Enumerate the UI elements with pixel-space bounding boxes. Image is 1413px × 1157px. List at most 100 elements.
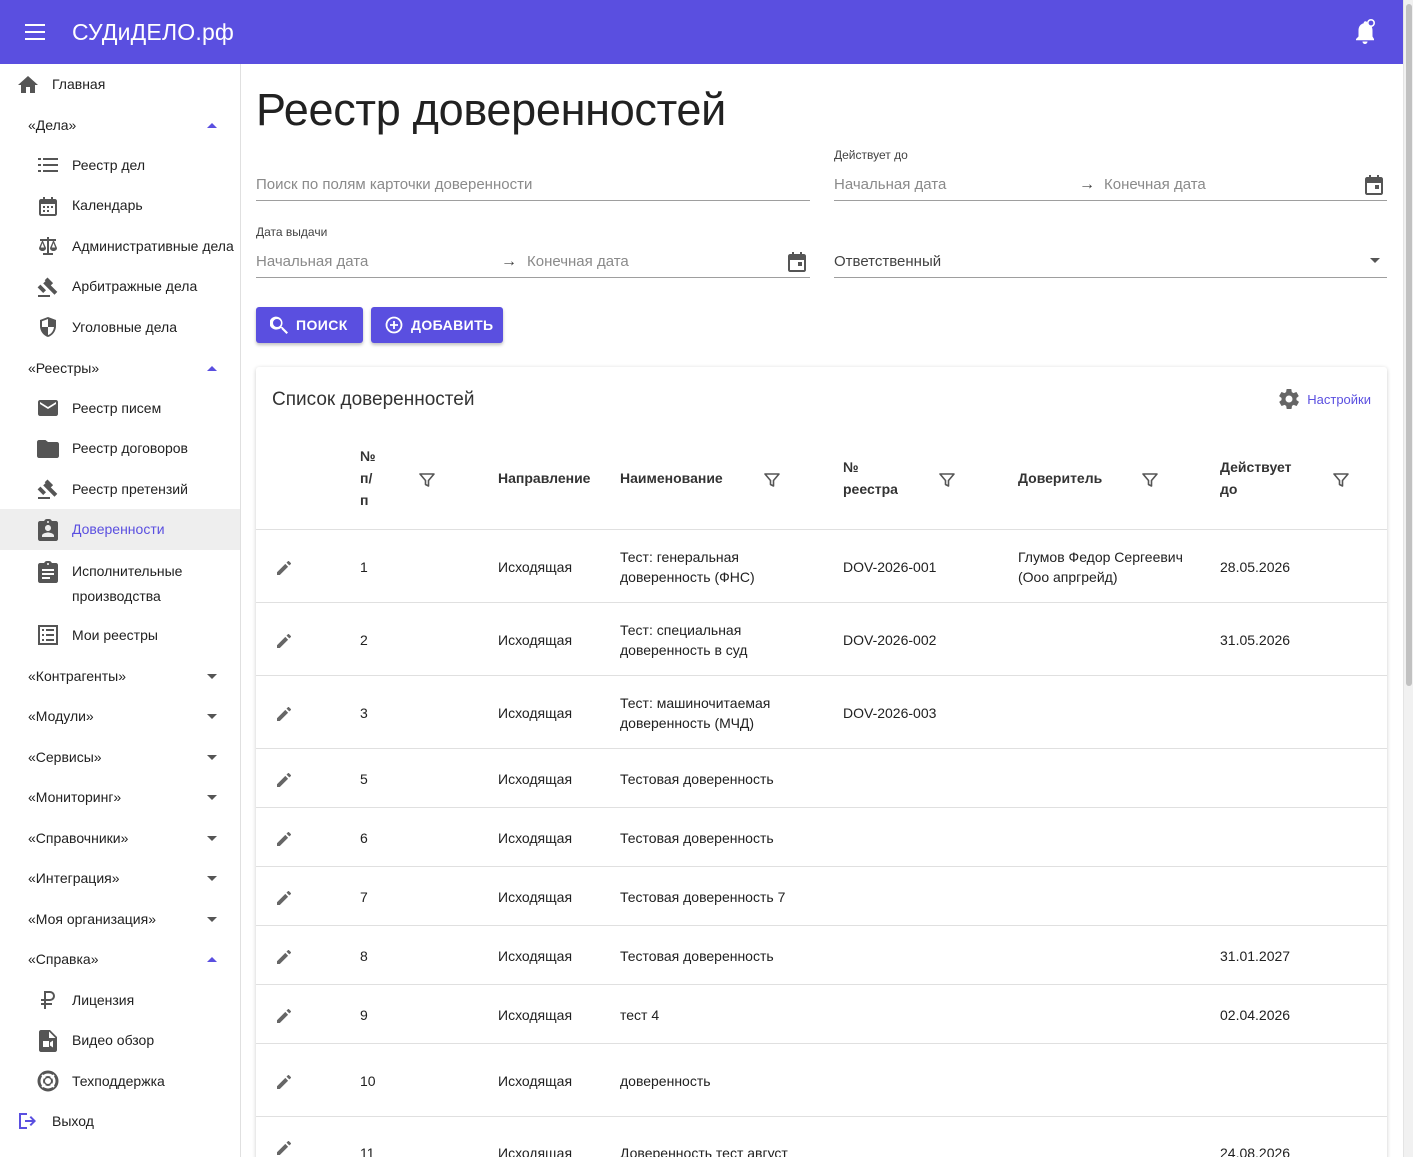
search-field[interactable]: Поиск по полям карточки доверенности	[256, 170, 810, 201]
range-arrow: →	[1079, 176, 1095, 193]
table-row[interactable]: 6 Исходящая Тестовая доверенность	[256, 807, 1387, 866]
cell-name-line: Тестовая доверенность	[620, 770, 774, 787]
sidebar-item-video[interactable]: Видео обзор	[0, 1020, 240, 1061]
column-header-number[interactable]: № п/п	[360, 445, 376, 511]
sidebar-group-directories[interactable]: «Справочники»	[0, 818, 240, 858]
table-row[interactable]: 11 Исходящая Доверенность тест август 24.08…	[256, 1116, 1387, 1157]
column-header-registry-number[interactable]: № реестра	[843, 456, 898, 500]
edit-icon[interactable]	[276, 1138, 294, 1156]
filter-icon[interactable]	[419, 472, 435, 488]
table-row[interactable]: 5 Исходящая Тестовая доверенность	[256, 748, 1387, 807]
table-row[interactable]: 3 Исходящая Тест: машиночитаемая довереннос…	[256, 675, 1387, 748]
sidebar-item-calendar[interactable]: Календарь	[0, 185, 240, 226]
sidebar-item-label: Лицензия	[72, 991, 135, 1008]
filter-icon[interactable]	[1333, 472, 1349, 488]
table-row[interactable]: 2 Исходящая Тест: специальная доверенность …	[256, 602, 1387, 675]
sidebar-item-logout[interactable]: Выход	[0, 1101, 240, 1141]
search-button[interactable]: ПОИСК	[256, 307, 363, 343]
sidebar-item-my-registries[interactable]: Мои реестры	[0, 620, 240, 650]
cell-name: Тестовая доверенность 7	[620, 887, 785, 907]
sidebar-group-my-organization[interactable]: «Моя организация»	[0, 899, 240, 939]
sidebar-item-arbitration[interactable]: Арбитражные дела	[0, 266, 240, 307]
edit-icon[interactable]	[276, 888, 294, 906]
sidebar-item-claims[interactable]: Реестр претензий	[0, 469, 240, 509]
issue-date-end-input[interactable]: Конечная дата	[527, 253, 629, 270]
valid-until-end-input[interactable]: Конечная дата	[1104, 176, 1206, 193]
sidebar-item-criminal[interactable]: Уголовные дела	[0, 307, 240, 347]
column-header-principal[interactable]: Доверитель	[1018, 467, 1102, 489]
main-content: Реестр доверенностей Поиск по полям карт…	[241, 64, 1403, 1157]
sidebar-group-counterparties[interactable]: «Контрагенты»	[0, 656, 240, 696]
cell-name: Тест: генеральная доверенность (ФНС)	[620, 547, 755, 587]
chevron-up-icon	[207, 957, 217, 962]
settings-button[interactable]: Настройки	[1279, 389, 1371, 409]
column-header-direction[interactable]: Направление	[498, 467, 590, 489]
sidebar-item-administrative[interactable]: Административные дела	[0, 226, 240, 266]
sidebar-group-cases[interactable]: «Дела»	[0, 104, 240, 145]
menu-button[interactable]	[0, 0, 72, 64]
add-button[interactable]: ДОБАВИТЬ	[371, 307, 503, 343]
sidebar-group-help[interactable]: «Справка»	[0, 939, 240, 979]
sidebar-item-label: Реестр претензий	[72, 480, 188, 497]
sidebar-group-monitoring[interactable]: «Мониторинг»	[0, 777, 240, 817]
valid-until-start-input[interactable]: Начальная дата	[834, 176, 946, 193]
edit-icon[interactable]	[276, 947, 294, 965]
filter-icon[interactable]	[764, 472, 780, 488]
issue-date-range[interactable]: Дата выдачи Начальная дата → Конечная да…	[256, 225, 810, 278]
edit-icon[interactable]	[276, 770, 294, 788]
cell-number: 5	[360, 770, 368, 787]
filter-icon[interactable]	[939, 472, 955, 488]
edit-icon[interactable]	[276, 1072, 294, 1090]
sidebar-item-contracts[interactable]: Реестр договоров	[0, 428, 240, 469]
table-row[interactable]: 10 Исходящая доверенность	[256, 1043, 1387, 1116]
sidebar-item-enforcement[interactable]: Исполнительные производства	[0, 550, 240, 620]
sidebar-item-support[interactable]: Техподдержка	[0, 1061, 240, 1101]
issue-date-label: Дата выдачи	[256, 225, 328, 239]
search-button-label: ПОИСК	[296, 317, 348, 333]
logout-icon	[16, 1109, 40, 1133]
calendar-icon[interactable]	[1363, 174, 1385, 196]
table-row[interactable]: 8 Исходящая Тестовая доверенность 31.01.202…	[256, 925, 1387, 984]
notifications-button[interactable]	[1353, 18, 1377, 45]
sidebar-group-services[interactable]: «Сервисы»	[0, 737, 240, 777]
edit-icon[interactable]	[276, 631, 294, 649]
table-row[interactable]: 1 Исходящая Тест: генеральная доверенность …	[256, 529, 1387, 602]
cell-name-line: доверенность (ФНС)	[620, 568, 755, 585]
edit-icon[interactable]	[276, 558, 294, 576]
calendar-icon[interactable]	[786, 251, 808, 273]
app-title[interactable]: СУДиДЕЛО.рф	[72, 19, 234, 46]
sidebar-group-label: «Дела»	[28, 116, 77, 133]
sidebar-group-registries[interactable]: «Реестры»	[0, 347, 240, 388]
menu-icon	[25, 24, 45, 40]
sidebar-group-integration[interactable]: «Интеграция»	[0, 858, 240, 898]
list-icon	[36, 153, 60, 177]
add-button-label: ДОБАВИТЬ	[411, 317, 494, 333]
sidebar-item-letters[interactable]: Реестр писем	[0, 388, 240, 428]
cell-direction: Исходящая	[498, 770, 573, 787]
filter-icon[interactable]	[1142, 472, 1158, 488]
responsible-select[interactable]: Ответственный	[834, 247, 1387, 278]
scrollbar-thumb[interactable]	[1406, 4, 1412, 686]
chevron-down-icon	[207, 795, 217, 800]
gavel-icon	[36, 477, 60, 501]
sidebar-group-label: «Справочники»	[28, 830, 129, 846]
sidebar-item-license[interactable]: Лицензия	[0, 980, 240, 1020]
sidebar-item-powers-of-attorney[interactable]: Доверенности	[0, 509, 240, 550]
cell-name: Тестовая доверенность	[620, 828, 774, 848]
valid-until-range[interactable]: Действует до Начальная дата → Конечная д…	[834, 148, 1387, 201]
table-row[interactable]: 9 Исходящая тест 4 02.04.2026	[256, 984, 1387, 1043]
sidebar-item-home[interactable]: Главная	[0, 64, 240, 104]
gavel-icon	[36, 275, 60, 299]
page-scrollbar[interactable]	[1403, 0, 1413, 1157]
table-row[interactable]: 7 Исходящая Тестовая доверенность 7	[256, 866, 1387, 925]
edit-icon[interactable]	[276, 829, 294, 847]
edit-icon[interactable]	[276, 704, 294, 722]
issue-date-start-input[interactable]: Начальная дата	[256, 253, 368, 270]
dropdown-arrow-icon	[1370, 258, 1380, 263]
edit-icon[interactable]	[276, 1006, 294, 1024]
column-header-valid-until[interactable]: Действует до	[1220, 456, 1292, 500]
sidebar-group-modules[interactable]: «Модули»	[0, 696, 240, 736]
sidebar-item-case-registry[interactable]: Реестр дел	[0, 145, 240, 185]
column-header-name[interactable]: Наименование	[620, 467, 723, 489]
sidebar-item-label: Арбитражные дела	[72, 278, 198, 294]
